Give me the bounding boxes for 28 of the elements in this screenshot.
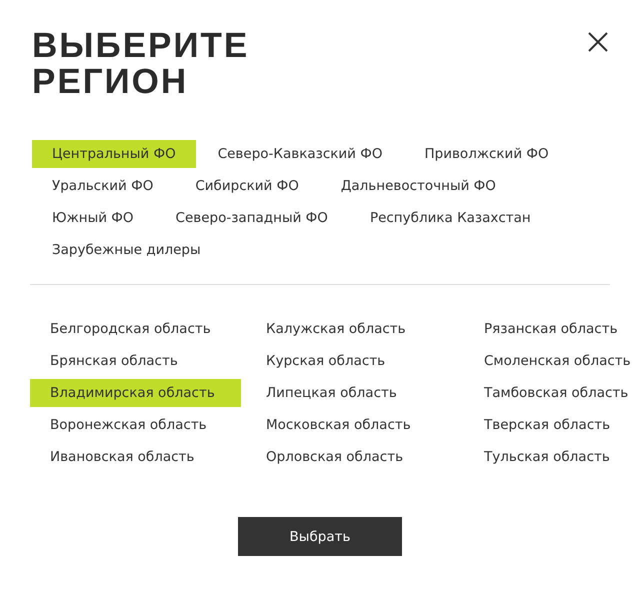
- region-item[interactable]: Владимирская область: [30, 379, 241, 407]
- region-item[interactable]: Смоленская область: [484, 347, 640, 375]
- district-tab[interactable]: Северо-Кавказский ФО: [198, 140, 402, 168]
- district-tab[interactable]: Центральный ФО: [32, 140, 196, 168]
- district-tab[interactable]: Дальневосточный ФО: [320, 172, 516, 200]
- region-item[interactable]: Липецкая область: [266, 379, 459, 407]
- region-item[interactable]: Брянская область: [30, 347, 241, 375]
- region-item[interactable]: Орловская область: [266, 443, 459, 471]
- region-item[interactable]: Тульская область: [484, 443, 640, 471]
- region-item[interactable]: Курская область: [266, 347, 459, 375]
- region-item[interactable]: Московская область: [266, 411, 459, 439]
- region-item[interactable]: Калужская область: [266, 315, 459, 343]
- district-tab[interactable]: Зарубежные дилеры: [32, 236, 221, 264]
- district-tab[interactable]: Северо-западный ФО: [156, 204, 348, 232]
- district-tab[interactable]: Республика Казахстан: [350, 204, 551, 232]
- district-tab[interactable]: Южный ФО: [32, 204, 154, 232]
- submit-button[interactable]: Выбрать: [238, 517, 402, 556]
- district-tab[interactable]: Приволжский ФО: [404, 140, 569, 168]
- region-item[interactable]: Тверская область: [484, 411, 640, 439]
- dialog-title: ВЫБЕРИТЕ РЕГИОН: [32, 28, 250, 100]
- region-item[interactable]: Ивановская область: [30, 443, 241, 471]
- district-tab[interactable]: Сибирский ФО: [175, 172, 319, 200]
- region-item[interactable]: Белгородская область: [30, 315, 241, 343]
- region-item[interactable]: Рязанская область: [484, 315, 640, 343]
- region-item[interactable]: Тамбовская область: [484, 379, 640, 407]
- district-tab[interactable]: Уральский ФО: [32, 172, 174, 200]
- close-button[interactable]: [586, 30, 610, 54]
- region-item[interactable]: Воронежская область: [30, 411, 241, 439]
